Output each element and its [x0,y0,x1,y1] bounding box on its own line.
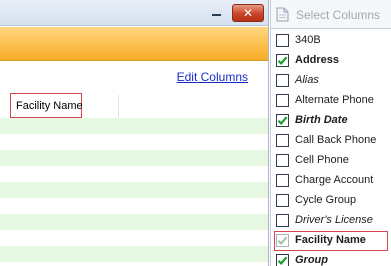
checkbox[interactable] [276,254,289,266]
column-option[interactable]: 340B [271,31,391,51]
column-option-label: Charge Account [295,174,374,186]
ribbon-bar [0,27,269,61]
window-divider [268,0,269,266]
column-option-label: Driver's License [295,214,373,226]
column-option-label: Alias [295,74,319,86]
minimize-button[interactable] [206,5,228,21]
table-row[interactable] [0,198,269,214]
panel-title: Select Columns [296,8,381,22]
column-option[interactable]: Alias [271,71,391,91]
title-bar: ✕ [0,0,269,26]
checkbox[interactable] [276,34,289,47]
column-option[interactable]: Cell Phone [271,151,391,171]
minimize-icon [212,14,221,16]
checkbox[interactable] [276,74,289,87]
table-row[interactable] [0,134,269,150]
column-option[interactable]: Cycle Group [271,191,391,211]
checkbox[interactable] [276,214,289,227]
main-window: ✕ Edit Columns Facility Name [0,0,269,266]
table-row[interactable] [0,166,269,182]
checkbox[interactable] [276,234,289,247]
close-button[interactable]: ✕ [232,4,264,22]
column-option[interactable]: Alternate Phone [271,91,391,111]
checkbox[interactable] [276,134,289,147]
checkmark-icon [277,56,288,65]
column-option[interactable]: Group [271,251,391,266]
column-option-label: 340B [295,34,321,46]
checkmark-icon [277,116,288,125]
table-row[interactable] [0,150,269,166]
column-option[interactable]: Facility Name [274,231,388,251]
checkbox[interactable] [276,54,289,67]
table-row[interactable] [0,230,269,246]
table-row[interactable] [0,118,269,134]
column-option[interactable]: Driver's License [271,211,391,231]
close-icon: ✕ [242,6,254,20]
checkbox[interactable] [276,194,289,207]
column-option-label: Facility Name [295,234,366,246]
checkbox[interactable] [276,174,289,187]
facility-name-column-header[interactable]: Facility Name [10,93,83,118]
table-row[interactable] [0,214,269,230]
table-row[interactable] [0,246,269,262]
column-option[interactable]: Birth Date [271,111,391,131]
column-option-label: Alternate Phone [295,94,374,106]
column-option-label: Group [295,254,328,266]
column-option-label: Address [295,54,340,66]
column-option[interactable]: Address [271,51,391,71]
checkbox[interactable] [276,154,289,167]
column-option-label: Birth Date [295,114,348,126]
checkmark-icon [277,256,288,265]
document-icon [276,7,289,22]
column-separator[interactable] [118,95,119,117]
column-option-label: Call Back Phone [295,134,377,146]
panel-header: Select Columns [271,0,391,29]
checkbox[interactable] [276,94,289,107]
column-option[interactable]: Call Back Phone [271,131,391,151]
column-option-label: Cell Phone [295,154,349,166]
select-columns-panel: Select Columns 340B Address Alias Alternate… [270,0,391,266]
checkbox[interactable] [276,114,289,127]
column-option[interactable]: Charge Account [271,171,391,191]
checkmark-icon [277,236,288,245]
column-option-label: Cycle Group [295,194,357,206]
table-row[interactable] [0,182,269,198]
edit-columns-link[interactable]: Edit Columns [177,70,248,84]
